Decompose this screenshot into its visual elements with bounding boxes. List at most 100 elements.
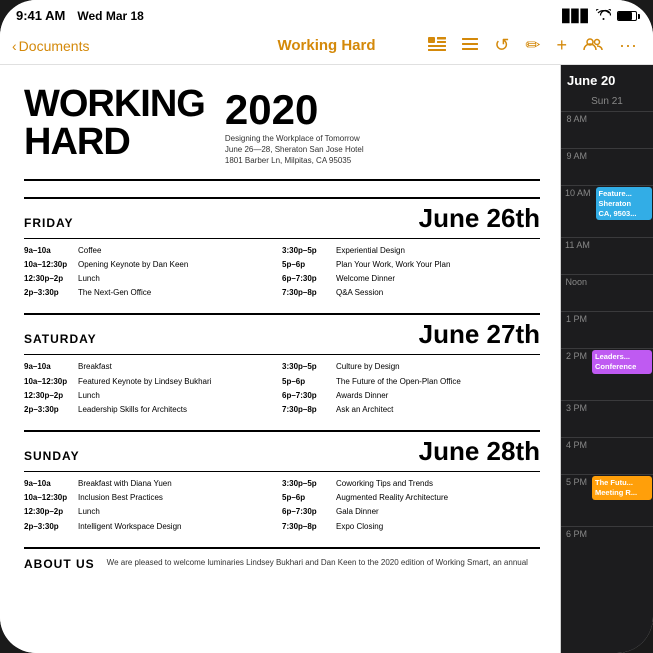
cal-event-area: Leaders... Conference [591,349,653,385]
schedule-item: 5p–6p The Future of the Open-Plan Office [282,376,532,387]
cal-event[interactable]: Leaders... Conference [592,350,652,374]
sched-time: 12:30p–2p [24,273,72,284]
about-title: ABOUT US [24,557,95,571]
layout-icon[interactable] [424,33,450,58]
toolbar-title: Working Hard [277,37,375,54]
doc-title-line2: HARD [24,123,205,161]
sched-event: Lunch [78,506,100,517]
sched-event: Intelligent Workspace Design [78,521,181,532]
sched-time: 6p–7:30p [282,273,330,284]
back-chevron-icon: ‹ [12,38,17,54]
schedule-col: 9a–10a Coffee 10a–12:30p Opening Keynote… [24,245,282,302]
calendar-panel: June 20 Sun 21 8 AM9 AM10 AMFeature... S… [561,65,653,653]
cal-event-area [591,438,653,474]
back-button[interactable]: ‹ Documents [12,38,89,54]
day-section: SATURDAY June 27th 9a–10a Breakfast 10a–… [24,313,540,418]
sched-time: 5p–6p [282,259,330,270]
sched-event: Experiential Design [336,245,405,256]
sched-event: The Future of the Open-Plan Office [336,376,461,387]
cal-row: 8 AM [561,111,653,148]
cal-row: 5 PMThe Futu... Meeting R... [561,474,653,526]
wifi-icon [596,9,611,23]
cal-event-area [591,401,653,437]
sched-event: Breakfast [78,361,112,372]
sched-event: Coffee [78,245,101,256]
sched-time: 3:30p–5p [282,478,330,489]
cal-row: 4 PM [561,437,653,474]
more-icon[interactable]: ··· [615,33,641,58]
cal-row: Noon [561,274,653,311]
content-area: WORKING HARD 2020 Designing the Workplac… [0,65,653,653]
sched-event: Lunch [78,390,100,401]
cal-event-area [591,112,653,148]
sched-event: Leadership Skills for Architects [78,404,187,415]
schedule-item: 9a–10a Coffee [24,245,274,256]
doc-subtitle-3: 1801 Barber Ln, Milpitas, CA 95035 [225,155,540,166]
sched-time: 12:30p–2p [24,506,72,517]
schedule-item: 12:30p–2p Lunch [24,273,274,284]
cal-event-area [591,312,653,348]
day-name: FRIDAY [24,216,79,230]
sched-time: 2p–3:30p [24,521,72,532]
list-icon[interactable] [458,33,482,58]
add-icon[interactable]: + [553,33,572,58]
day-section: SUNDAY June 28th 9a–10a Breakfast with D… [24,430,540,535]
doc-header-right: 2020 Designing the Workplace of Tomorrow… [225,85,540,167]
sched-time: 9a–10a [24,478,72,489]
day-name: SUNDAY [24,449,80,463]
cal-header: June 20 [561,65,653,92]
status-time: 9:41 AM [16,8,65,23]
cal-time-label: 6 PM [561,527,591,541]
sched-time: 2p–3:30p [24,287,72,298]
sched-time: 7:30p–8p [282,287,330,298]
cal-event-area [594,238,653,274]
status-bar: 9:41 AM Wed Mar 18 ▊▊▊ [0,0,653,27]
schedule-item: 6p–7:30p Welcome Dinner [282,273,532,284]
schedule-item: 12:30p–2p Lunch [24,390,274,401]
sched-time: 9a–10a [24,245,72,256]
sched-time: 12:30p–2p [24,390,72,401]
sched-event: Q&A Session [336,287,383,298]
schedule-item: 3:30p–5p Coworking Tips and Trends [282,478,532,489]
cal-event[interactable]: Feature... Sheraton CA, 9503... [596,187,652,220]
sched-time: 6p–7:30p [282,506,330,517]
toolbar-title-container: Working Hard [277,37,375,55]
cal-event[interactable]: The Futu... Meeting R... [592,476,652,500]
day-date: June 26th [99,203,540,234]
sched-time: 10a–12:30p [24,376,72,387]
schedule-item: 6p–7:30p Gala Dinner [282,506,532,517]
day-name: SATURDAY [24,332,97,346]
history-icon[interactable]: ↺ [490,33,513,58]
doc-subtitle: Designing the Workplace of Tomorrow June… [225,133,540,167]
schedule-item: 5p–6p Augmented Reality Architecture [282,492,532,503]
sched-time: 3:30p–5p [282,361,330,372]
pen-icon[interactable]: ✏ [521,33,544,58]
cal-time-label: 2 PM [561,349,591,363]
cal-time-label: 4 PM [561,438,591,452]
toolbar-icons: ↺ ✏ + ··· [424,33,641,58]
device-frame: 9:41 AM Wed Mar 18 ▊▊▊ [0,0,653,653]
sched-time: 9a–10a [24,361,72,372]
sched-event: Augmented Reality Architecture [336,492,448,503]
sched-time: 5p–6p [282,376,330,387]
sched-event: Opening Keynote by Dan Keen [78,259,188,270]
back-label: Documents [19,38,90,54]
cal-time-label: 5 PM [561,475,591,489]
doc-title-line1: WORKING [24,85,205,123]
days-container: FRIDAY June 26th 9a–10a Coffee 10a–12:30… [24,197,540,535]
people-icon[interactable] [579,33,607,58]
schedule-item: 10a–12:30p Opening Keynote by Dan Keen [24,259,274,270]
sched-event: Expo Closing [336,521,383,532]
toolbar: ‹ Documents Working Hard ↺ ✏ + ··· [0,27,653,65]
schedule-item: 5p–6p Plan Your Work, Work Your Plan [282,259,532,270]
doc-subtitle-2: June 26—28, Sheraton San Jose Hotel [225,144,540,155]
schedule-item: 10a–12:30p Featured Keynote by Lindsey B… [24,376,274,387]
sched-event: Awards Dinner [336,390,388,401]
cal-row: 11 AM [561,237,653,274]
document-panel[interactable]: WORKING HARD 2020 Designing the Workplac… [0,65,561,653]
cal-time-label: 3 PM [561,401,591,415]
schedule-item: 9a–10a Breakfast [24,361,274,372]
day-date: June 27th [117,319,540,350]
sched-time: 10a–12:30p [24,259,72,270]
calendar-rows: 8 AM9 AM10 AMFeature... Sheraton CA, 950… [561,111,653,563]
